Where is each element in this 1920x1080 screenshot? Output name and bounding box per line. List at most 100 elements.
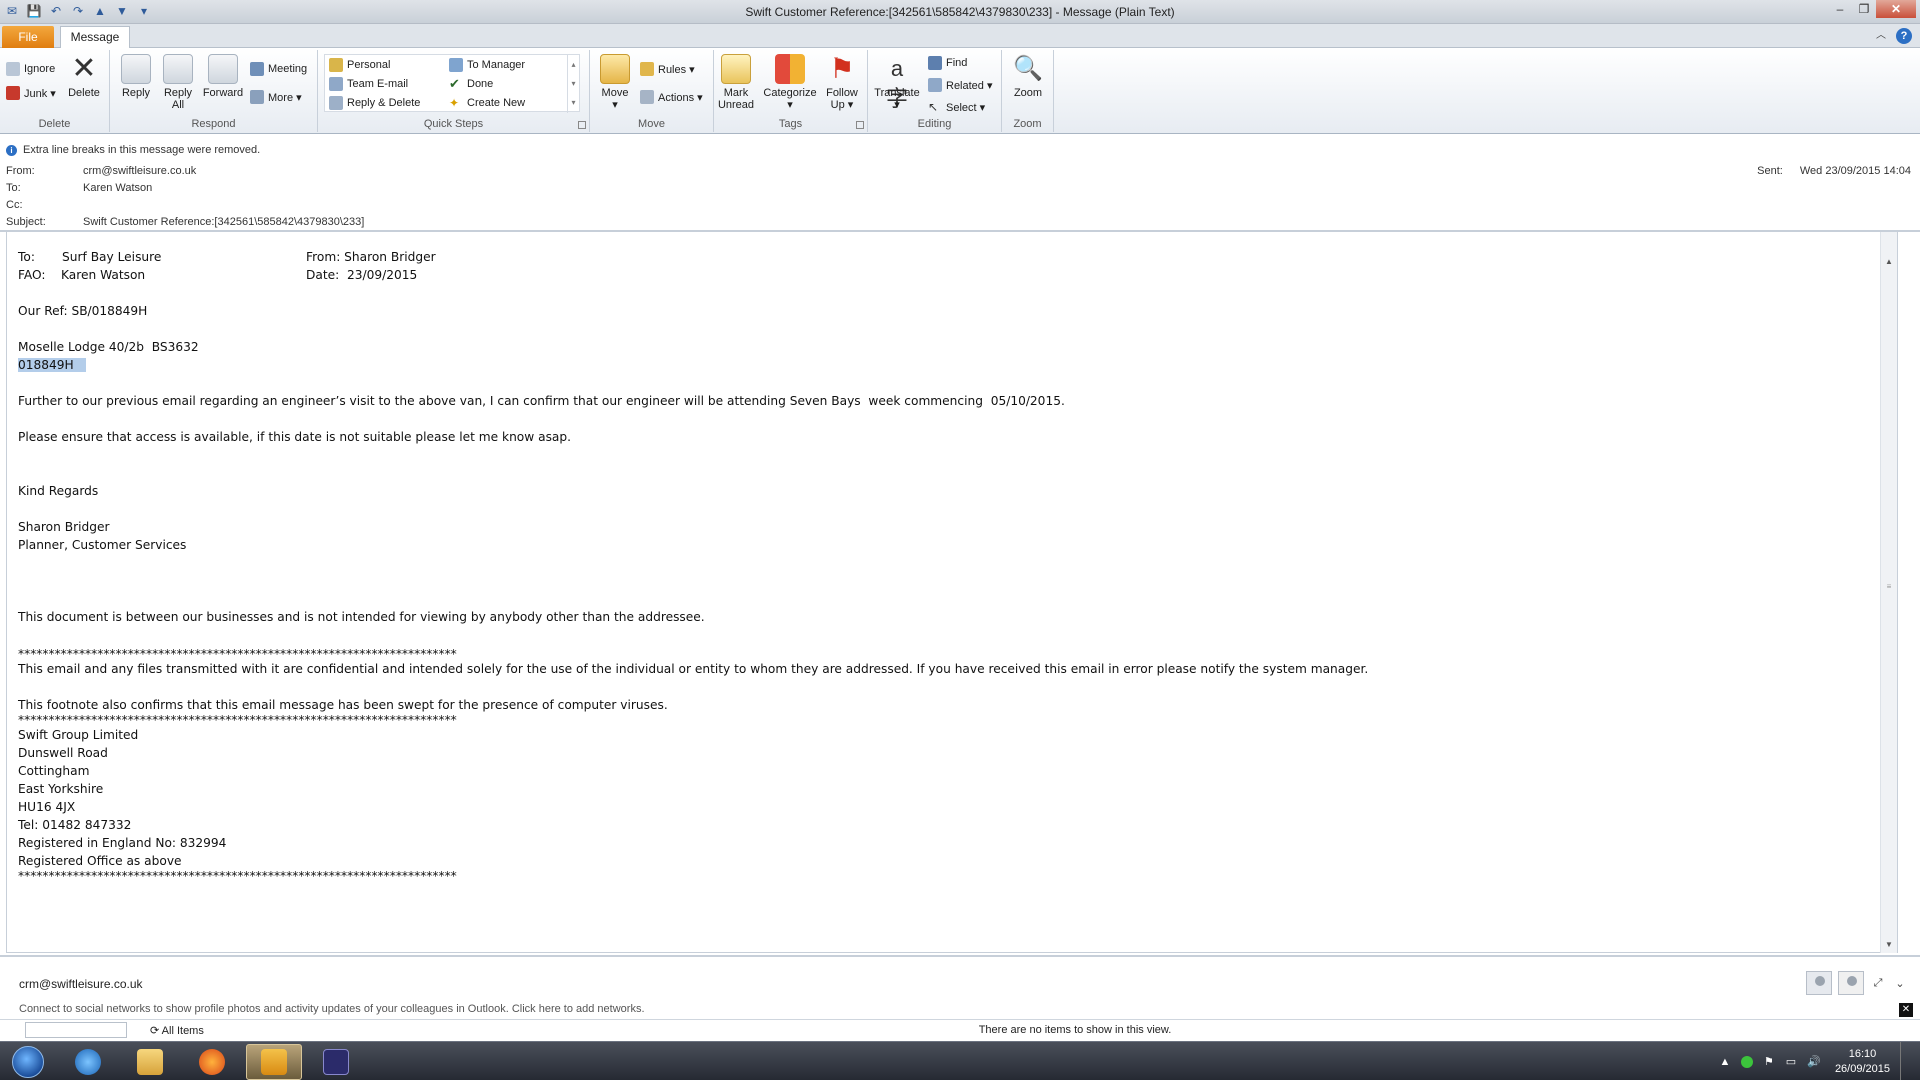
cc-label: Cc: <box>6 199 23 211</box>
actions-button[interactable]: Actions ▾ <box>640 90 703 104</box>
categorize-button[interactable]: Categorize ▾ <box>762 54 818 111</box>
quick-steps-dialog-launcher[interactable] <box>578 121 586 129</box>
reply-all-button[interactable]: Reply All <box>160 54 196 111</box>
selected-text: 018849H <box>18 358 86 372</box>
find-button[interactable]: Find <box>928 56 967 70</box>
respond-group: Reply Reply All Forward Meeting More ▾ R… <box>110 50 318 132</box>
delete-x-icon: ✕ <box>71 52 97 85</box>
select-button[interactable]: ↖ Select ▾ <box>928 100 985 114</box>
reply-all-icon <box>163 54 193 84</box>
taskbar-internet-explorer[interactable] <box>60 1044 116 1080</box>
team-email-icon <box>329 77 343 91</box>
vertical-scrollbar[interactable]: ▲ ≡ ▼ <box>1880 232 1897 953</box>
status-empty-text: There are no items to show in this view. <box>978 1024 1172 1036</box>
tab-message[interactable]: Message <box>60 26 130 49</box>
quickstep-done[interactable]: ✔ Done <box>449 77 493 91</box>
window-title: Swift Customer Reference:[342561\585842\… <box>745 5 1175 19</box>
group-label-delete: Delete <box>38 118 71 130</box>
from-label: From: <box>6 165 35 177</box>
group-label-tags: Tags <box>778 118 803 130</box>
to-label: To: <box>6 182 21 194</box>
show-desktop-button[interactable] <box>1900 1042 1912 1080</box>
address-line: East Yorkshire <box>18 782 104 796</box>
body-from-line: From: Sharon Bridger <box>306 250 436 264</box>
rules-button[interactable]: Rules ▾ <box>640 62 695 76</box>
group-label-zoom: Zoom <box>1013 118 1042 130</box>
quick-steps-scroll[interactable]: ▴ ▾ ▾ <box>567 55 579 113</box>
meeting-icon <box>250 62 264 76</box>
close-button[interactable]: ✕ <box>1876 0 1916 18</box>
internet-explorer-icon <box>75 1049 101 1075</box>
translate-button[interactable]: a字 Translate ▾ <box>874 54 920 111</box>
reply-button[interactable]: Reply <box>118 54 154 99</box>
quick-steps-group: Personal Team E-mail Reply & Delete To M… <box>318 50 590 132</box>
expand-icon[interactable]: ⤢ <box>1870 977 1886 990</box>
quickstep-to-manager[interactable]: To Manager <box>449 58 525 72</box>
create-new-icon: ✦ <box>449 96 460 110</box>
envelope-icon <box>721 54 751 84</box>
forward-button[interactable]: Forward <box>200 54 246 99</box>
maximize-button[interactable]: ❐ <box>1852 0 1876 18</box>
delete-group: Ignore Junk ▾ ✕ Delete Delete <box>0 50 110 132</box>
magnifier-icon: 🔍 <box>1013 55 1043 82</box>
status-green-icon[interactable] <box>1740 1055 1753 1068</box>
close-icon[interactable]: ✕ <box>1899 1003 1913 1017</box>
status-bar: ⟳ All Items There are no items to show i… <box>0 1003 1920 1041</box>
warning-avatar[interactable] <box>1838 971 1864 995</box>
meeting-button[interactable]: Meeting <box>250 62 307 76</box>
mark-unread-button[interactable]: Mark Unread <box>716 54 756 111</box>
clock[interactable]: 16:10 26/09/2015 <box>1835 1047 1890 1077</box>
taskbar-explorer[interactable] <box>122 1044 178 1080</box>
tags-dialog-launcher[interactable] <box>856 121 864 129</box>
delete-button[interactable]: ✕ Delete <box>66 52 102 100</box>
zoom-button[interactable]: 🔍 Zoom <box>1010 54 1046 99</box>
categorize-icon <box>775 54 805 84</box>
junk-button[interactable]: Junk ▾ <box>6 86 56 100</box>
signature-name: Sharon Bridger <box>18 520 110 534</box>
address-line: Swift Group Limited <box>18 728 139 742</box>
avatar[interactable] <box>1806 971 1832 995</box>
taskbar-firefox[interactable] <box>184 1044 240 1080</box>
flag-icon[interactable]: ⚑ <box>1763 1056 1775 1068</box>
editing-group: a字 Translate ▾ Find Related ▾ ↖ Select ▾… <box>868 50 1002 132</box>
follow-up-button[interactable]: ⚑ Follow Up ▾ <box>822 54 862 112</box>
move-button[interactable]: Move ▾ <box>596 54 634 111</box>
quickstep-team-email[interactable]: Team E-mail <box>329 77 408 91</box>
help-icon[interactable]: ? <box>1896 28 1912 44</box>
reply-delete-icon <box>329 96 343 110</box>
quickstep-create-new[interactable]: ✦ Create New <box>449 96 525 110</box>
more-respond-button[interactable]: More ▾ <box>250 90 302 104</box>
scroll-down-icon[interactable]: ▼ <box>1883 939 1895 951</box>
minimize-button[interactable]: – <box>1828 0 1852 18</box>
quickstep-personal[interactable]: Personal <box>329 58 390 72</box>
scroll-up-icon[interactable]: ▲ <box>1883 256 1895 268</box>
taskbar-calendar-app[interactable] <box>308 1044 364 1080</box>
people-pane-name[interactable]: crm@swiftleisure.co.uk <box>19 977 143 991</box>
group-label-editing: Editing <box>917 118 952 130</box>
social-connector-message[interactable]: Connect to social networks to show profi… <box>19 1003 645 1015</box>
message-text[interactable]: To: Surf Bay Leisure From: Sharon Bridger… <box>18 248 1368 882</box>
volume-icon[interactable]: 🔊 <box>1807 1056 1821 1068</box>
chevron-down-icon[interactable]: ⌄ <box>1892 977 1908 990</box>
taskbar-outlook[interactable] <box>246 1044 302 1080</box>
minimize-ribbon-icon[interactable]: ︿ <box>1876 28 1886 44</box>
show-hidden-icons[interactable]: ▲ <box>1719 1056 1731 1068</box>
from-value[interactable]: crm@swiftleisure.co.uk <box>83 165 196 177</box>
scroll-thumb[interactable]: ≡ <box>1884 582 1894 592</box>
quickstep-reply-delete[interactable]: Reply & Delete <box>329 96 420 110</box>
registered-office: Registered Office as above <box>18 854 182 868</box>
system-tray: ▲ ⚑ ▭ 🔊 16:10 26/09/2015 <box>1719 1042 1912 1080</box>
start-button[interactable] <box>4 1043 50 1080</box>
clock-time: 16:10 <box>1848 1047 1877 1060</box>
taskbar: ▲ ⚑ ▭ 🔊 16:10 26/09/2015 <box>0 1041 1920 1080</box>
body-vehicle: Moselle Lodge 40/2b BS3632 <box>18 340 199 354</box>
info-bar[interactable]: i Extra line breaks in this message were… <box>6 144 260 156</box>
related-button[interactable]: Related ▾ <box>928 78 993 92</box>
forward-icon <box>208 54 238 84</box>
ignore-button[interactable]: Ignore <box>6 62 55 76</box>
message-body[interactable]: To: Surf Bay Leisure From: Sharon Bridger… <box>6 232 1898 953</box>
tab-file[interactable]: File <box>2 26 54 48</box>
move-group: Move ▾ Rules ▾ Actions ▾ Move <box>590 50 714 132</box>
to-value[interactable]: Karen Watson <box>83 182 152 194</box>
network-icon[interactable]: ▭ <box>1785 1056 1797 1068</box>
